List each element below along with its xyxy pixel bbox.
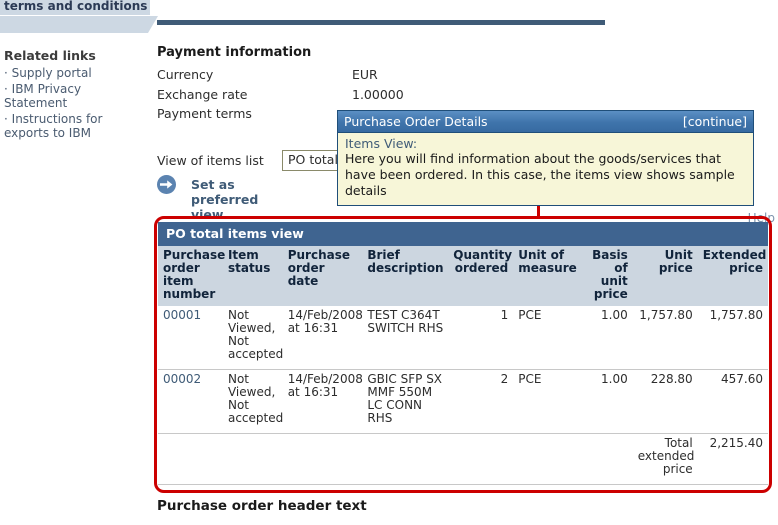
bullet-icon: · — [4, 82, 8, 96]
payment-label-payment-terms: Payment terms — [157, 106, 252, 121]
sidebar-link-instructions-for-exports[interactable]: · Instructions for exports to IBM — [4, 112, 144, 140]
left-sidebar: terms and conditions Related links · Sup… — [0, 0, 158, 525]
cell-empty — [158, 433, 223, 485]
col-item-status: Item status — [222, 246, 283, 306]
sidebar-link-label: Instructions for exports to IBM — [4, 112, 103, 140]
total-extended-price-label: Total extended price — [632, 433, 698, 485]
purchase-order-header-text-heading: Purchase order header text — [157, 498, 367, 514]
cell-empty — [282, 433, 363, 485]
bullet-icon: · — [4, 66, 8, 80]
section-divider-bar — [157, 20, 605, 25]
col-basis-of-unit-price: Basis of unit price — [578, 246, 633, 306]
cell-extended-price: 1,757.80 — [697, 306, 768, 370]
tooltip-title-bar: Purchase Order Details [continue] — [338, 111, 753, 132]
cell-item-status: Not Viewed, Not accepted — [222, 369, 283, 434]
cell-empty — [513, 433, 579, 485]
col-brief-description: Brief description — [362, 246, 449, 306]
total-extended-price-value: 2,215.40 — [697, 433, 768, 485]
cell-item-number[interactable]: 00002 — [158, 369, 223, 434]
col-unit-of-measure: Unit of measure — [513, 246, 579, 306]
payment-value-exchange-rate: 1.00000 — [352, 87, 404, 102]
col-extended-price: Extended price — [697, 246, 768, 306]
payment-label-exchange-rate: Exchange rate — [157, 87, 248, 102]
table-row[interactable]: 00002 Not Viewed, Not accepted 14/Feb/20… — [158, 369, 768, 434]
sidebar-link-label: Supply portal — [11, 66, 92, 80]
sidebar-link-label: IBM Privacy Statement — [4, 82, 82, 110]
cell-empty — [222, 433, 283, 485]
cell-extended-price: 457.60 — [697, 369, 768, 434]
cell-empty — [578, 433, 633, 485]
sidebar-tab-shape — [0, 16, 158, 33]
tooltip-subtitle: Items View: — [345, 136, 418, 151]
cell-quantity: 1 — [448, 306, 514, 370]
cell-basis: 1.00 — [578, 306, 633, 370]
po-items-table-title: PO total items view — [158, 222, 768, 246]
payment-information-heading: Payment information — [157, 45, 312, 60]
cell-quantity: 2 — [448, 369, 514, 434]
breadcrumb-tab[interactable]: terms and conditions — [0, 0, 150, 15]
view-of-items-list-label: View of items list — [157, 153, 264, 168]
po-items-table-panel: PO total items view Purchase order item … — [158, 222, 768, 485]
tooltip-title-text: Purchase Order Details — [344, 114, 488, 129]
tooltip-continue-link[interactable]: [continue] — [683, 111, 747, 132]
set-as-preferred-view-label: Set as preferred view — [191, 177, 259, 222]
main-content: Payment information Currency EUR Exchang… — [152, 0, 778, 525]
purchase-order-details-tooltip: Purchase Order Details [continue] Items … — [337, 110, 754, 206]
cell-unit-price: 228.80 — [632, 369, 698, 434]
payment-label-currency: Currency — [157, 67, 214, 82]
sidebar-link-ibm-privacy-statement[interactable]: · IBM Privacy Statement — [4, 82, 144, 110]
cell-order-date: 14/Feb/2008 at 16:31 — [282, 369, 363, 434]
cell-uom: PCE — [513, 369, 579, 434]
table-total-row: Total extended price 2,215.40 — [158, 433, 768, 485]
bullet-icon: · — [4, 112, 8, 126]
table-row[interactable]: 00001 Not Viewed, Not accepted 14/Feb/20… — [158, 306, 768, 370]
view-of-items-list-select[interactable]: PO total — [282, 150, 344, 171]
cell-basis: 1.00 — [578, 369, 633, 434]
cell-unit-price: 1,757.80 — [632, 306, 698, 370]
cell-empty — [362, 433, 449, 485]
cell-item-status: Not Viewed, Not accepted — [222, 306, 283, 370]
arrow-right-icon — [157, 175, 176, 194]
cell-item-number[interactable]: 00001 — [158, 306, 223, 370]
payment-value-currency: EUR — [352, 67, 378, 82]
cell-description: GBIC SFP SX MMF 550M LC CONN RHS — [362, 369, 449, 434]
col-unit-price: Unit price — [632, 246, 698, 306]
cell-order-date: 14/Feb/2008 at 16:31 — [282, 306, 363, 370]
tooltip-body: Items View: Here you will find informati… — [338, 132, 753, 205]
cell-uom: PCE — [513, 306, 579, 370]
col-purchase-order-item-number: Purchase order item number — [158, 246, 225, 306]
col-purchase-order-date: Purchase order date — [282, 246, 363, 306]
table-header-row: Purchase order item number Item status P… — [158, 246, 768, 306]
cell-empty — [448, 433, 514, 485]
tooltip-text: Here you will find information about the… — [345, 151, 735, 198]
cell-description: TEST C364T SWITCH RHS — [362, 306, 449, 370]
col-quantity-ordered: Quantity ordered — [448, 246, 514, 306]
related-links-title: Related links — [4, 48, 96, 63]
sidebar-link-supply-portal[interactable]: · Supply portal — [4, 66, 144, 81]
po-items-table: Purchase order item number Item status P… — [158, 246, 768, 485]
